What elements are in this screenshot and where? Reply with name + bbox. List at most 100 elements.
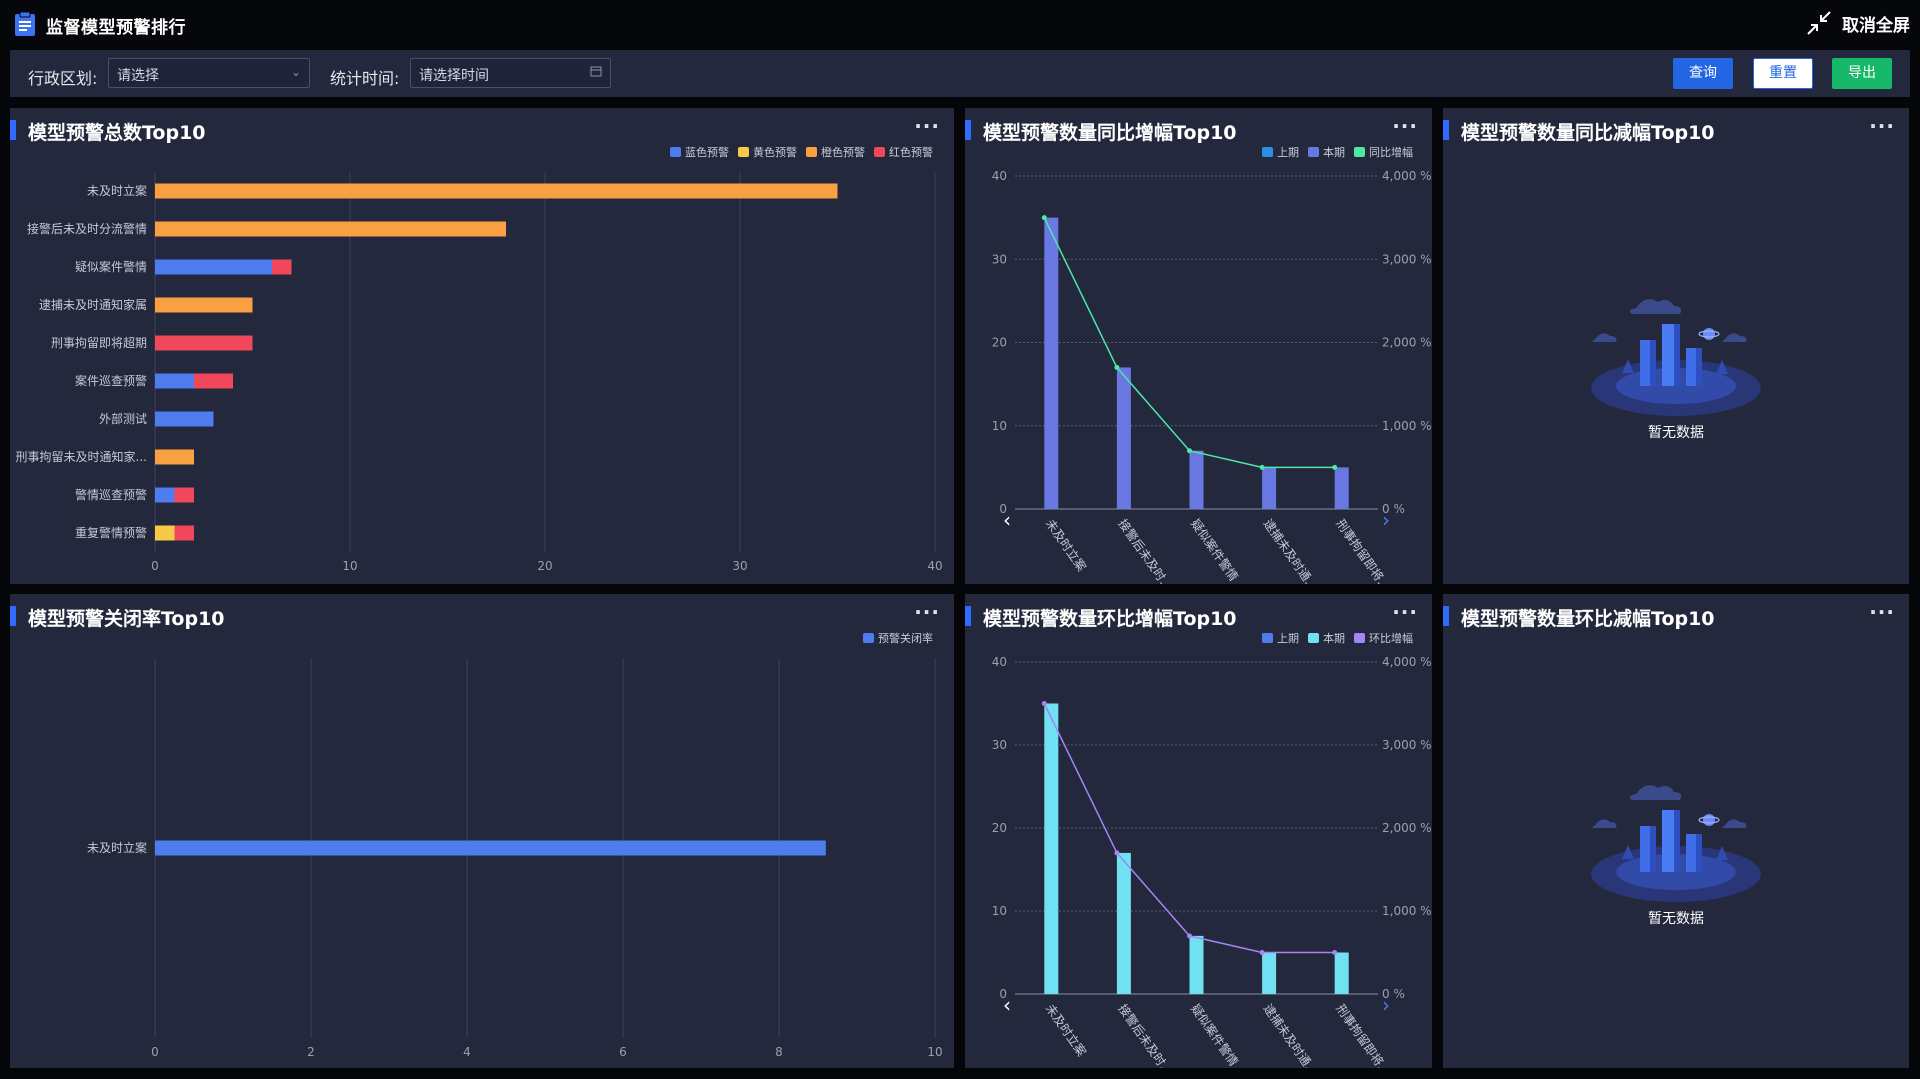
bar [1044,217,1059,509]
clipboard-icon [15,11,35,36]
y2-tick-label: 1,000 % [1382,419,1432,433]
line-point [1187,933,1192,939]
y-tick-label: 40 [992,655,1007,669]
scroll-left-icon: ‹ [1003,993,1011,1017]
legend-label: 橙色预警 [821,145,865,159]
legend-swatch [874,147,885,157]
category-label: 疑似案件警情 [75,259,147,274]
panel-accent [1443,120,1449,140]
bar [155,183,838,199]
line-point [1332,464,1338,470]
filter-bar: 行政区划: 请选择 ⌄ 统计时间: 请选择时间 查询 重置 导出 [10,50,1910,97]
y-tick-label: 40 [992,169,1007,183]
empty-text: 暂无数据 [1648,911,1704,927]
panel-close-rate: 模型预警关闭率Top10 ··· 预警关闭率 0 2 4 6 8 10 未及时立案 [10,594,954,1068]
x-tick-label: 20 [537,559,552,573]
x-tick-label: 10 [927,1045,942,1059]
bar [1334,467,1349,509]
y2-tick-label: 4,000 % [1382,169,1432,183]
exit-fullscreen-icon [1807,11,1831,35]
category-label: 逮捕未及时通... [1261,1001,1321,1068]
legend-swatch [670,147,681,157]
category-label: 未及时立案 [1043,516,1090,574]
panel-yoy-decrease: 模型预警数量同比减幅Top10 ··· 暂无数据 [1443,108,1909,584]
category-label: 接警后未及时... [1115,516,1175,584]
x-tick-label: 2 [307,1045,315,1059]
bar [155,525,175,541]
category-label: 逮捕未及时通... [1261,516,1321,584]
category-label: 外部测试 [99,411,147,426]
panel-accent [1443,606,1449,626]
legend-label: 上期 [1277,146,1299,159]
chevron-down-icon: ⌄ [290,65,301,79]
legend-swatch [1354,147,1365,157]
bar [272,259,292,275]
time-label: 统计时间: [330,69,400,88]
bar [1334,952,1349,994]
y2-tick-label: 3,000 % [1382,252,1432,266]
scroll-left-icon: ‹ [1003,508,1011,532]
category-label: 刑事拘留即将超期 [51,335,147,350]
bar [1262,467,1277,509]
category-label: 未及时立案 [1043,1001,1090,1059]
query-button[interactable]: 查询 [1673,58,1733,89]
line-point [1114,364,1120,370]
bar [155,221,506,237]
legend-swatch [806,147,817,157]
empty-state: 暂无数据 [1576,268,1776,442]
line-point [1114,850,1120,856]
region-select-value: 请选择 [117,68,159,84]
legend-swatch [1354,633,1365,643]
y-tick-label: 20 [992,336,1007,350]
category-label: 接警后未及时... [1115,1001,1175,1068]
empty-text: 暂无数据 [1648,425,1704,441]
reset-button[interactable]: 重置 [1753,58,1813,89]
x-tick-label: 4 [463,1045,471,1059]
bar [174,525,194,541]
chart-total-svg: 蓝色预警 黄色预警 橙色预警 红色预警 0 10 20 30 40 未及时立案接警后未及时分流警情… [16,145,943,573]
category-label: 未及时立案 [87,840,147,855]
category-label: 重复警情预警 [75,525,147,540]
category-label: 接警后未及时分流警情 [27,221,147,236]
x-tick-label: 40 [927,559,942,573]
exit-fullscreen-button[interactable]: 取消全屏 [1806,10,1910,36]
legend-label: 黄色预警 [753,145,797,159]
bar [155,297,253,313]
empty-data-illustration-icon [1591,299,1761,416]
x-tick-label: 0 [151,1045,159,1059]
legend-label: 预警关闭率 [878,631,933,645]
legend-label: 上期 [1277,632,1299,645]
bar [155,335,253,351]
legend-label: 同比增幅 [1369,145,1413,159]
y2-tick-label: 1,000 % [1382,904,1432,918]
legend-label: 环比增幅 [1369,631,1413,645]
scroll-right-icon: › [1382,508,1390,532]
line-point [1187,448,1192,454]
category-label: 警情巡查预警 [75,487,147,502]
line-point [1332,950,1338,955]
bar [155,840,826,856]
legend-label: 本期 [1323,631,1345,645]
line-point [1041,215,1047,221]
x-tick-label: 30 [732,559,747,573]
panel-mom-decrease: 模型预警数量环比减幅Top10 ··· 暂无数据 [1443,594,1909,1068]
panel-title: 模型预警数量同比减幅Top10 [1461,122,1715,144]
y2-tick-label: 2,000 % [1382,821,1432,835]
more-icon[interactable]: ··· [1869,114,1895,138]
y2-tick-label: 2,000 % [1382,336,1432,350]
export-button[interactable]: 导出 [1832,58,1892,89]
legend-label: 红色预警 [889,145,933,159]
legend-label: 蓝色预警 [685,145,729,159]
empty-state: 暂无数据 [1576,754,1776,928]
bar [1189,935,1204,994]
chart-mom-svg: 上期 本期 环比增幅0 0 %10 1,000 %20 2,000 %30 3,000 %4… [992,631,1432,1068]
time-picker[interactable]: 请选择时间 [410,58,611,88]
legend-label: 本期 [1323,145,1345,159]
category-label: 未及时立案 [87,183,147,198]
category-label: 逮捕未及时通知家属 [39,297,147,312]
more-icon[interactable]: ··· [1869,600,1895,624]
category-label: 案件巡查预警 [75,373,147,388]
bar [155,411,214,427]
y2-tick-label: 3,000 % [1382,738,1432,752]
region-select[interactable]: 请选择 ⌄ [108,58,310,88]
